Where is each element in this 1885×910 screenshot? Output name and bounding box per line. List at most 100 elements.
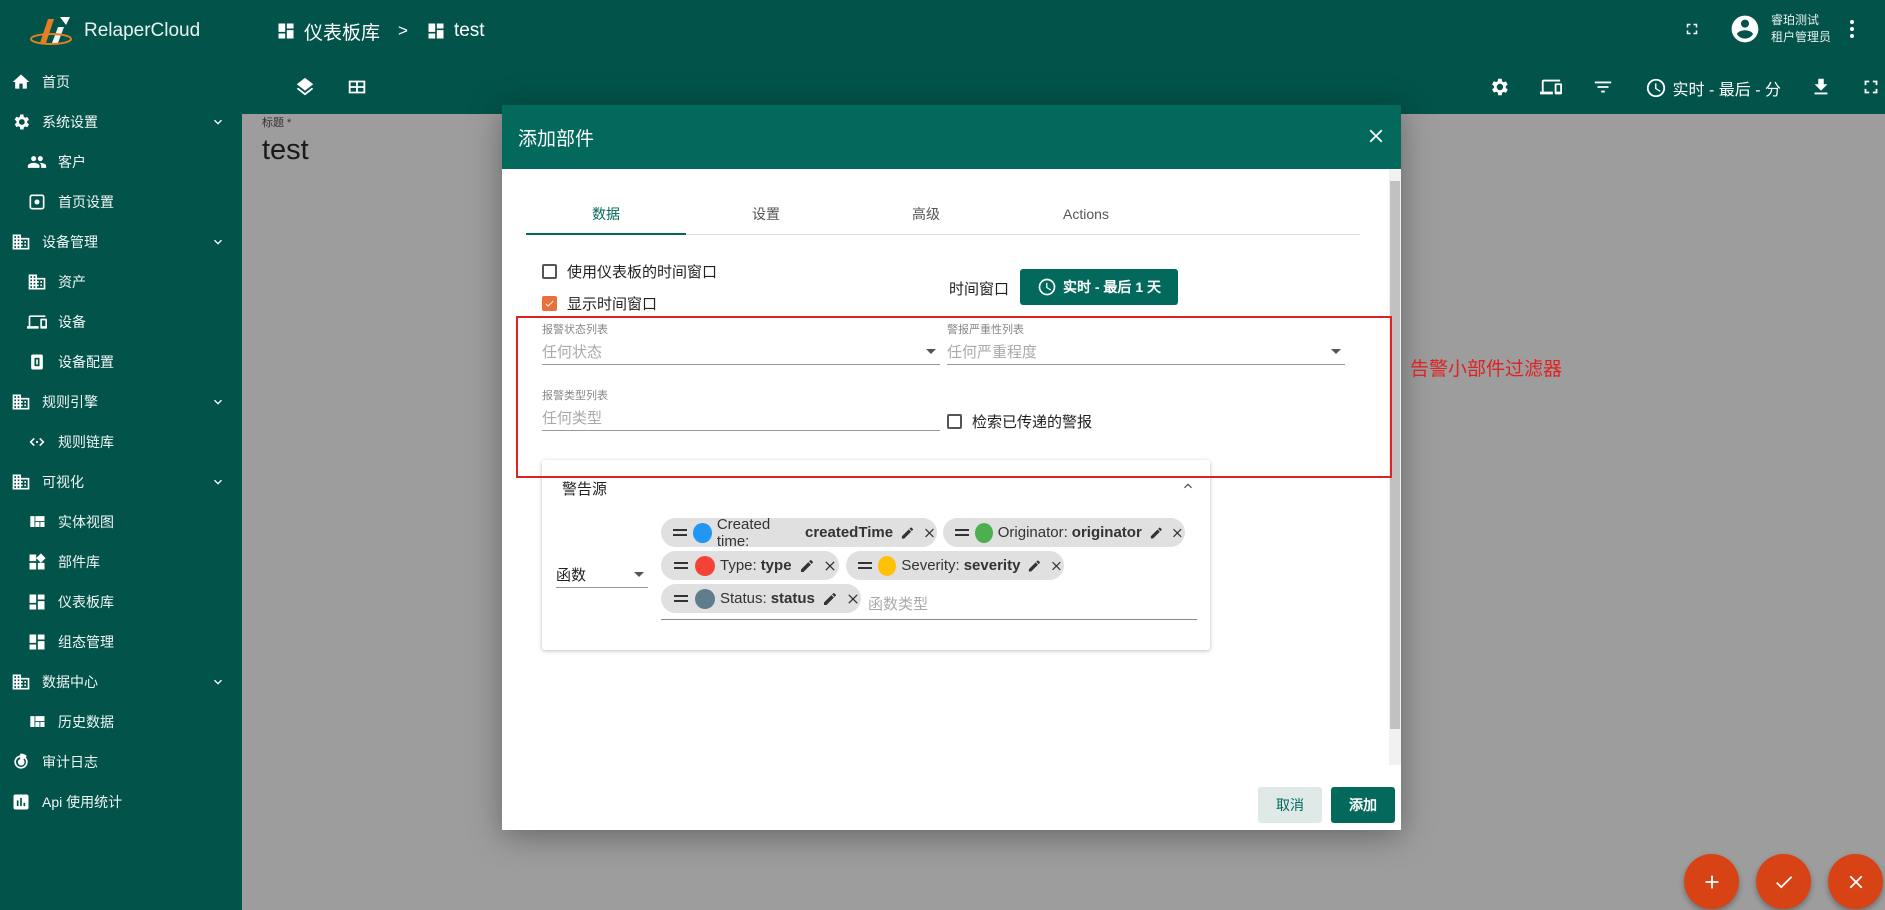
user-menu[interactable]: 睿珀测试 租户管理员 — [1683, 12, 1855, 46]
add-widget-fab[interactable] — [1684, 854, 1739, 909]
key-color-swatch[interactable] — [695, 588, 715, 609]
sidebar-item-label: 规则引擎 — [42, 394, 98, 410]
sidebar-item[interactable]: 设备配置 — [0, 342, 242, 382]
edit-icon[interactable] — [822, 591, 838, 607]
sidebar-item[interactable]: 可视化 — [0, 462, 242, 502]
edit-icon[interactable] — [1027, 558, 1042, 574]
sidebar-item[interactable]: 规则引擎 — [0, 382, 242, 422]
sidebar-item[interactable]: 数据中心 — [0, 662, 242, 702]
view-quilt-icon — [26, 511, 48, 533]
sidebar-item-label: 可视化 — [42, 474, 84, 490]
dialog-tabs: 数据 设置 高级 Actions — [526, 197, 1360, 235]
sidebar-item[interactable]: 组态管理 — [0, 622, 242, 662]
breadcrumb-root[interactable]: 仪表板库 — [276, 18, 380, 45]
remove-icon[interactable] — [1170, 525, 1185, 541]
chevron-down-icon[interactable] — [210, 114, 226, 130]
people-icon — [26, 151, 48, 173]
gear-icon[interactable] — [1488, 76, 1510, 98]
home-icon — [10, 71, 32, 93]
add-button[interactable]: 添加 — [1331, 787, 1395, 823]
fullscreen-icon[interactable] — [1860, 76, 1882, 98]
sidebar-item[interactable]: 首页设置 — [0, 182, 242, 222]
filter-list-icon[interactable] — [1592, 76, 1614, 98]
sidebar-item-label: 客户 — [58, 154, 86, 170]
edit-icon[interactable] — [799, 558, 815, 574]
key-color-swatch[interactable] — [877, 555, 897, 576]
sidebar-item[interactable]: 实体视图 — [0, 502, 242, 542]
gear-icon — [10, 111, 32, 133]
sidebar-item[interactable]: 资产 — [0, 262, 242, 302]
data-key-chip[interactable]: Originator: originator — [943, 518, 1185, 547]
tab-settings[interactable]: 设置 — [686, 197, 846, 235]
key-color-swatch[interactable] — [693, 522, 712, 543]
use-dashboard-timewindow-checkbox[interactable]: 使用仪表板的时间窗口 — [542, 261, 717, 282]
data-key-chip[interactable]: Status: status — [661, 584, 861, 613]
close-icon[interactable] — [1365, 125, 1387, 147]
sidebar-item[interactable]: 首页 — [0, 62, 242, 102]
sidebar-item[interactable]: Api 使用统计 — [0, 782, 242, 822]
save-fab[interactable] — [1756, 854, 1811, 909]
sidebar-item[interactable]: 部件库 — [0, 542, 242, 582]
chevron-down-icon[interactable] — [210, 474, 226, 490]
tab-data[interactable]: 数据 — [526, 197, 686, 235]
drag-handle-icon[interactable] — [667, 528, 693, 538]
drag-handle-icon[interactable] — [667, 594, 695, 604]
breadcrumb-separator: > — [398, 21, 408, 40]
dialog-header: 添加部件 — [502, 105, 1401, 169]
chevron-down-icon[interactable] — [210, 674, 226, 690]
cancel-fab[interactable] — [1828, 854, 1883, 909]
drag-handle-icon[interactable] — [667, 561, 695, 571]
checkbox-box[interactable] — [542, 264, 557, 279]
layout-icon[interactable] — [346, 76, 368, 98]
key-color-swatch[interactable] — [695, 555, 715, 576]
sidebar-item[interactable]: 审计日志 — [0, 742, 242, 782]
devices-icon[interactable] — [1540, 76, 1562, 98]
timewindow-select-button[interactable]: 实时 - 最后 1 天 — [1020, 269, 1178, 305]
sidebar-item[interactable]: 设备 — [0, 302, 242, 342]
sidebar-item-label: 系统设置 — [42, 114, 98, 130]
key-label: Created time: — [716, 515, 771, 550]
checkbox-box[interactable] — [542, 296, 557, 311]
sidebar-item[interactable]: 系统设置 — [0, 102, 242, 142]
remove-icon[interactable] — [822, 558, 838, 574]
data-keys-placeholder[interactable]: 函数类型 — [868, 593, 928, 614]
key-name: status — [770, 590, 815, 607]
chevron-down-icon[interactable] — [210, 234, 226, 250]
display-timewindow-checkbox[interactable]: 显示时间窗口 — [542, 293, 657, 314]
brand-name: RelaperCloud — [84, 20, 201, 41]
annotation-highlight-box — [516, 316, 1392, 478]
alarm-source-type-label: 函数 — [556, 567, 587, 584]
alarm-source-type-select[interactable]: 函数 — [556, 560, 648, 588]
data-key-chip[interactable]: Severity: severity — [846, 551, 1064, 580]
edit-icon[interactable] — [900, 525, 915, 541]
chevron-down-icon[interactable] — [210, 394, 226, 410]
tab-advanced[interactable]: 高级 — [846, 197, 1006, 235]
cancel-button[interactable]: 取消 — [1258, 787, 1322, 823]
alarm-source-type-value[interactable]: 函数 — [556, 564, 648, 588]
remove-icon[interactable] — [922, 525, 937, 541]
sidebar-item[interactable]: 设备管理 — [0, 222, 242, 262]
chevron-up-icon[interactable] — [1180, 478, 1196, 494]
edit-icon[interactable] — [1149, 525, 1164, 541]
data-key-chip[interactable]: Created time: createdTime — [661, 515, 937, 550]
key-color-swatch[interactable] — [974, 522, 993, 543]
drag-handle-icon[interactable] — [949, 528, 975, 538]
drag-handle-icon[interactable] — [852, 561, 878, 571]
remove-icon[interactable] — [1049, 558, 1064, 574]
layers-icon[interactable] — [294, 76, 316, 98]
alarm-source-title[interactable]: 警告源 — [562, 478, 607, 499]
timewindow-button[interactable]: 实时 - 最后 - 分 — [1645, 76, 1781, 100]
account-circle-icon[interactable] — [1729, 13, 1761, 45]
logo[interactable]: RelaperCloud — [0, 0, 242, 62]
sidebar-item[interactable]: 仪表板库 — [0, 582, 242, 622]
fullscreen-icon[interactable] — [1683, 20, 1701, 38]
sidebar-item[interactable]: 历史数据 — [0, 702, 242, 742]
download-icon[interactable] — [1810, 76, 1832, 98]
data-key-chip[interactable]: Type: type — [661, 551, 839, 580]
sidebar-item[interactable]: 规则链库 — [0, 422, 242, 462]
tab-actions[interactable]: Actions — [1006, 197, 1166, 235]
sidebar-item[interactable]: 客户 — [0, 142, 242, 182]
remove-icon[interactable] — [845, 591, 861, 607]
data-keys-chip-list[interactable]: 函数类型 Created time: createdTime Originator:… — [661, 515, 1197, 620]
more-vert-icon[interactable] — [1849, 19, 1855, 39]
